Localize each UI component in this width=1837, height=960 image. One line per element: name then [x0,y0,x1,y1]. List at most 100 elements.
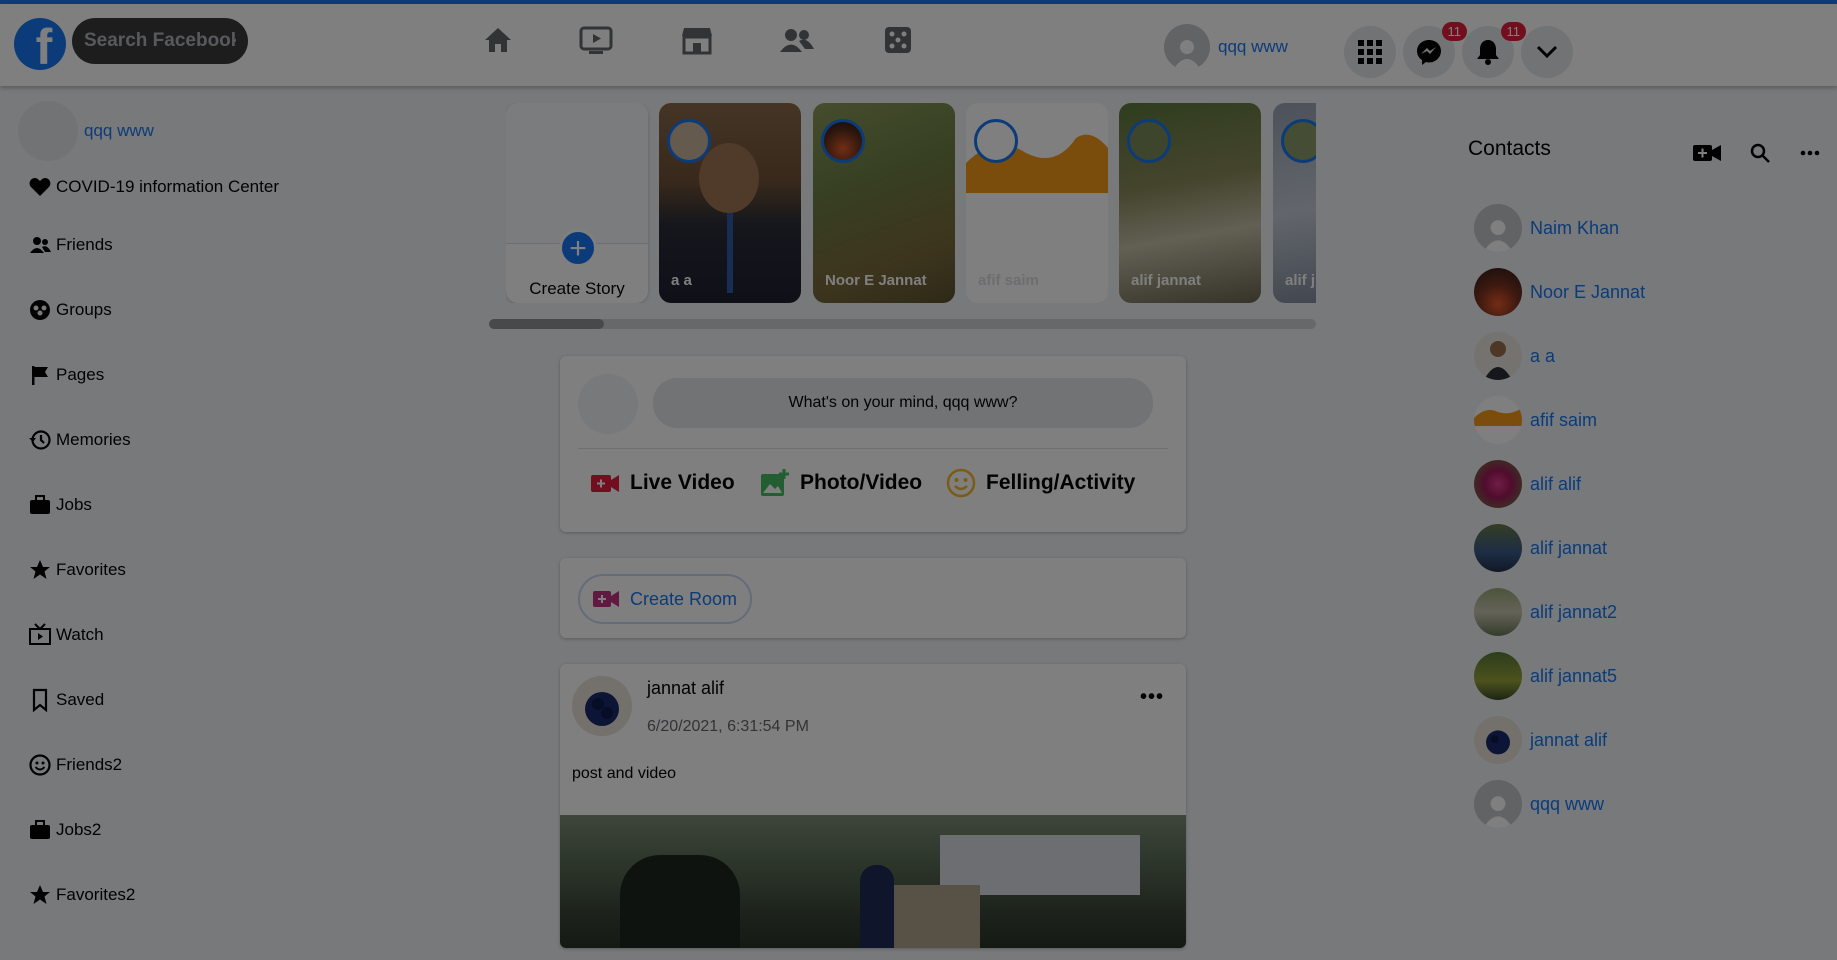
header-profile[interactable]: qqq www [1164,24,1288,70]
post-author-name[interactable]: jannat alif [647,678,724,699]
story-card[interactable]: Noor E Jannat [813,103,955,303]
contact-name: qqq www [1530,793,1605,814]
sidebar-item-favorites2[interactable]: Favorites2 [0,862,420,927]
contact-avatar [1474,204,1522,252]
contact-item[interactable]: alif alif [1474,452,1645,516]
sidebar-item-label: Friends [56,234,113,254]
sidebar-item-friends2[interactable]: Friends2 [0,732,420,797]
live-video-button[interactable]: Live Video [590,468,735,498]
feeling-activity-button[interactable]: Felling/Activity [946,468,1135,498]
sidebar-item-groups[interactable]: Groups [0,277,420,342]
sidebar-item-label: Groups [56,299,112,319]
contact-avatar [1474,524,1522,572]
sidebar-item-saved[interactable]: Saved [0,667,420,732]
sidebar-item-favorites[interactable]: Favorites [0,537,420,602]
smiley-icon [29,753,51,776]
post-author-avatar[interactable] [572,676,632,736]
video-person-image [620,855,740,948]
sidebar-item-jobs[interactable]: Jobs [0,472,420,537]
sidebar-item-label: Watch [56,624,104,644]
watch-icon[interactable] [576,20,616,60]
menu-grid-button[interactable] [1344,26,1396,78]
contact-avatar [1474,332,1522,380]
contact-item[interactable]: Noor E Jannat [1474,260,1645,324]
contact-name: alif jannat [1530,537,1608,558]
story-avatar [974,119,1018,163]
search-icon [1750,143,1770,163]
flag-icon [32,365,48,385]
photo-video-button[interactable]: Photo/Video [760,468,922,498]
friends-icon [30,236,51,253]
video-plus-icon [1693,145,1721,161]
contact-item[interactable]: qqq www [1474,772,1645,836]
contact-name: alif alif [1530,473,1582,494]
facebook-logo-icon[interactable]: f [14,18,66,70]
status-input[interactable] [653,378,1153,428]
contact-name: afif saim [1530,409,1598,430]
new-room-button[interactable] [1692,138,1722,168]
story-person-image [699,143,759,213]
home-icon[interactable] [478,20,518,60]
contacts-options-button[interactable] [1795,138,1825,168]
video-camera-icon [591,475,619,492]
contact-name: alif jannat5 [1530,665,1618,686]
contact-name: Naim Khan [1530,217,1620,238]
stories-scrollbar-thumb[interactable] [489,319,604,329]
contact-item[interactable]: alif jannat [1474,516,1645,580]
grid-icon [1358,40,1382,64]
create-room-button[interactable]: Create Room [578,574,752,624]
post-timestamp[interactable]: 6/20/2021, 6:31:54 PM [647,718,809,736]
sidebar-item-memories[interactable]: Memories [0,407,420,472]
more-options-icon [1800,150,1820,156]
sidebar-item-covid[interactable]: COVID-19 information Center [0,162,420,212]
bookmark-icon [32,688,48,712]
contact-avatar [1474,396,1522,444]
sidebar-item-jobs2[interactable]: Jobs2 [0,797,420,862]
photo-video-label: Photo/Video [800,471,923,494]
story-card[interactable]: a a [659,103,801,303]
notifications-button[interactable]: 11 [1462,22,1526,78]
sidebar-item-label: Jobs2 [56,819,102,839]
search-contacts-button[interactable] [1745,138,1775,168]
sidebar-item-label: Jobs [56,494,92,514]
contact-item[interactable]: alif jannat2 [1474,580,1645,644]
groups-icon[interactable] [777,20,817,60]
account-menu-button[interactable] [1521,26,1573,78]
briefcase-icon [30,819,50,839]
contact-avatar [1474,588,1522,636]
history-icon [29,429,51,450]
story-card[interactable]: alif j [1273,103,1316,303]
story-label: alif j [1285,272,1316,289]
contacts-list: Naim Khan Noor E Jannat a a afif saim al… [1474,196,1645,836]
contact-item[interactable]: Naim Khan [1474,196,1645,260]
gaming-icon[interactable] [878,20,918,60]
contact-item[interactable]: afif saim [1474,388,1645,452]
video-plus-icon [593,591,619,607]
story-card[interactable]: afif saim [966,103,1108,303]
search-input[interactable] [72,18,248,64]
divider [578,448,1168,449]
sidebar-item-watch[interactable]: Watch [0,602,420,667]
marketplace-icon[interactable] [677,20,717,60]
contact-item[interactable]: a a [1474,324,1645,388]
story-avatar [1127,119,1171,163]
video-person-image [860,865,894,948]
create-story-card[interactable]: + Create Story [506,103,648,303]
post-text: post and video [572,765,677,782]
story-avatar [821,119,865,163]
contact-item[interactable]: jannat alif [1474,708,1645,772]
more-options-icon[interactable]: ••• [1140,686,1164,709]
sidebar-item-label: COVID-19 information Center [56,177,279,196]
sidebar-item-pages[interactable]: Pages [0,342,420,407]
composer-avatar [578,374,638,434]
stories-scrollbar[interactable] [489,319,1316,329]
heart-icon [29,178,51,196]
story-label: alif jannat [1131,272,1202,289]
photo-icon [761,469,789,496]
contact-item[interactable]: alif jannat5 [1474,644,1645,708]
messenger-button[interactable]: 11 [1403,22,1467,78]
post-video[interactable] [560,815,1186,948]
story-card[interactable]: alif jannat [1119,103,1261,303]
sidebar-item-friends[interactable]: Friends [0,212,420,277]
bell-icon [1477,40,1499,65]
